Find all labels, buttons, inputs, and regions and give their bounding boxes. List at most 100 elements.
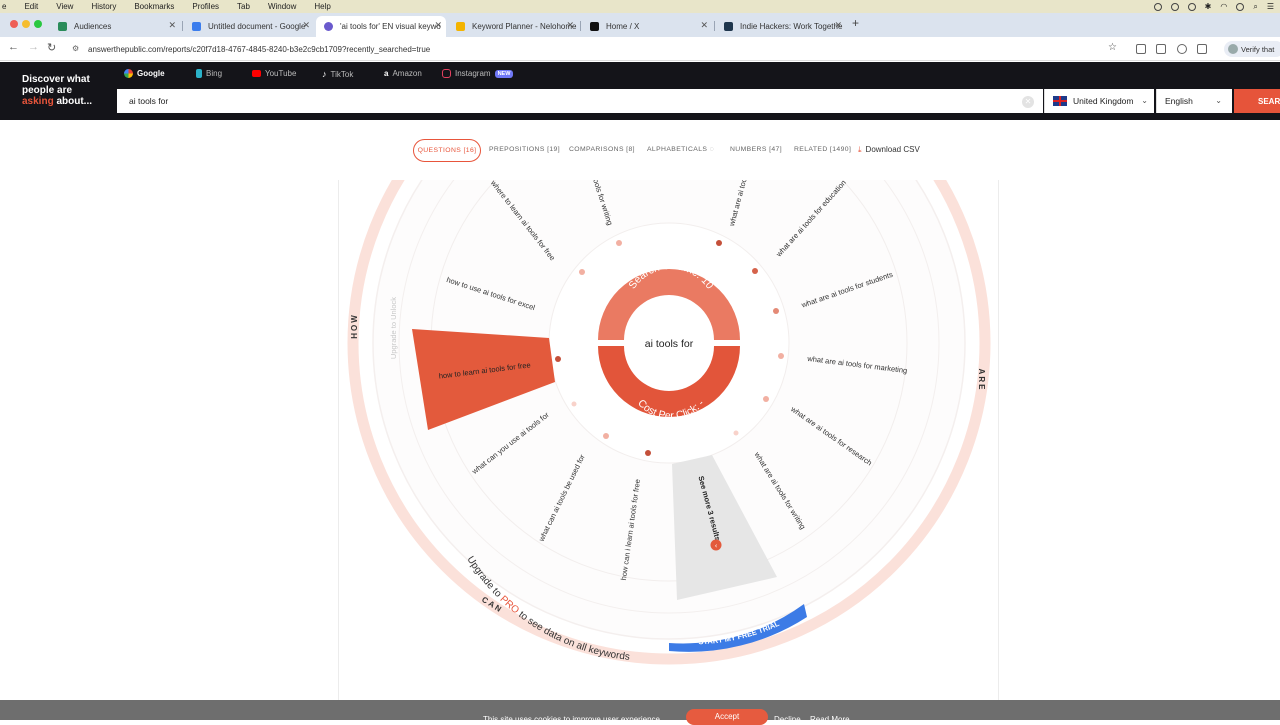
new-tab-button[interactable]: + xyxy=(852,16,859,30)
close-tab-icon[interactable]: ✕ xyxy=(566,20,574,31)
status-icon[interactable] xyxy=(1187,2,1196,11)
upgrade-to-unlock-label: Upgrade to Unlock xyxy=(389,297,398,359)
close-tab-icon[interactable]: ✕ xyxy=(302,20,310,31)
google-icon xyxy=(124,69,133,78)
chevron-down-icon: ⌄ xyxy=(1215,96,1222,105)
platform-tab-tiktok[interactable]: ♪ TikTok xyxy=(322,69,353,79)
address-bar[interactable]: ⚙ answerthepublic.com/reports/c20f7d18-4… xyxy=(64,40,1124,58)
status-icon[interactable] xyxy=(1153,2,1162,11)
menu-item-edge[interactable]: e xyxy=(0,2,15,11)
platform-label: Amazon xyxy=(392,69,422,78)
platform-tab-google[interactable]: Google xyxy=(124,69,165,78)
platform-label: Instagram xyxy=(455,69,491,78)
menu-item-tab[interactable]: Tab xyxy=(228,2,259,11)
close-tab-icon[interactable]: ✕ xyxy=(168,20,176,31)
menu-item-edit[interactable]: Edit xyxy=(15,2,47,11)
browser-tab[interactable]: Audiences ✕ xyxy=(50,16,180,37)
menu-item-bookmarks[interactable]: Bookmarks xyxy=(125,2,183,11)
close-tab-icon[interactable]: ✕ xyxy=(700,20,708,31)
bookmark-star-icon[interactable]: ☆ xyxy=(1108,42,1117,53)
download-label: Download CSV xyxy=(865,145,920,154)
country-select[interactable]: United Kingdom ⌄ xyxy=(1044,89,1154,113)
browser-tab[interactable]: Indie Hackers: Work Togethe ✕ xyxy=(716,16,846,37)
menu-item-view[interactable]: View xyxy=(47,2,82,11)
download-icon: ⤓ xyxy=(858,145,862,154)
new-badge: NEW xyxy=(494,69,514,78)
x-icon xyxy=(590,22,599,31)
browser-tab[interactable]: Home / X ✕ xyxy=(582,16,712,37)
extension-icon[interactable] xyxy=(1136,44,1146,54)
tab-title: Untitled document - Google xyxy=(208,22,306,31)
logo-text: about... xyxy=(53,96,93,107)
menu-item-help[interactable]: Help xyxy=(305,2,339,11)
search-button[interactable]: SEARCH xyxy=(1234,89,1280,113)
user-icon[interactable] xyxy=(1236,2,1245,11)
zoom-window-button[interactable] xyxy=(34,20,42,28)
close-tab-icon[interactable]: ✕ xyxy=(834,20,842,31)
browser-toolbar: ← → ↻ ⚙ answerthepublic.com/reports/c20f… xyxy=(0,37,1280,61)
accept-cookies-button[interactable]: Accept xyxy=(686,709,768,725)
questions-wheel: Search Volume: 10 Cost Per Click: - ai t… xyxy=(347,180,991,665)
tab-questions[interactable]: QUESTIONS [16] xyxy=(413,139,481,162)
platform-tab-amazon[interactable]: a Amazon xyxy=(384,69,422,78)
center-keyword: ai tools for xyxy=(645,338,694,350)
browser-tab[interactable]: Untitled document - Google ✕ xyxy=(184,16,314,37)
puzzle-extensions-icon[interactable] xyxy=(1197,44,1207,54)
menu-item-window[interactable]: Window xyxy=(259,2,305,11)
profile-button[interactable]: Verify that xyxy=(1224,41,1280,57)
chevron-icon: ‹ xyxy=(715,542,718,550)
site-info-icon[interactable]: ⚙ xyxy=(72,44,79,53)
tab-comparisons[interactable]: COMPARISONS [8] xyxy=(569,146,635,153)
forward-arrow-icon[interactable]: → xyxy=(28,41,39,53)
tiktok-icon: ♪ xyxy=(322,69,327,79)
tab-title: Keyword Planner - Nelohome xyxy=(472,22,577,31)
browser-tab-strip: Audiences ✕ Untitled document - Google ✕… xyxy=(0,13,1280,37)
tab-title: Indie Hackers: Work Togethe xyxy=(740,22,843,31)
platform-tab-bing[interactable]: Bing xyxy=(196,69,222,78)
wifi-icon[interactable]: ◠ xyxy=(1220,2,1227,11)
site-logo[interactable]: Discover what people are asking about... xyxy=(22,74,92,107)
avatar xyxy=(1228,44,1238,54)
section-label-how: HOW xyxy=(350,313,359,339)
tab-prepositions[interactable]: PREPOSITIONS [19] xyxy=(489,146,560,153)
tab-title: Audiences xyxy=(74,22,112,31)
search-icon[interactable]: ⌕ xyxy=(1253,2,1257,12)
tab-related[interactable]: RELATED [1490] xyxy=(794,146,851,153)
amazon-icon: a xyxy=(384,69,389,78)
language-select[interactable]: English ⌄ xyxy=(1156,89,1232,113)
platform-label: YouTube xyxy=(265,69,297,78)
platform-tab-youtube[interactable]: YouTube xyxy=(252,69,296,78)
tab-title: 'ai tools for' EN visual keywo xyxy=(340,22,441,31)
extension-icon[interactable] xyxy=(1177,44,1187,54)
keyword-search-input[interactable]: ai tools for xyxy=(117,89,1043,113)
chevron-down-icon: ⌄ xyxy=(1141,96,1148,105)
browser-tab-active[interactable]: 'ai tools for' EN visual keywo ✕ xyxy=(316,16,446,37)
clear-search-icon[interactable]: ✕ xyxy=(1022,96,1034,108)
minimize-window-button[interactable] xyxy=(22,20,30,28)
platform-tab-instagram[interactable]: Instagram NEW xyxy=(442,69,514,78)
menu-item-history[interactable]: History xyxy=(82,2,125,11)
logo-line: Discover what xyxy=(22,74,90,85)
youtube-icon xyxy=(252,70,261,77)
platform-label: Google xyxy=(137,69,165,78)
menu-item-profiles[interactable]: Profiles xyxy=(183,2,228,11)
tab-title: Home / X xyxy=(606,22,640,31)
tab-numbers[interactable]: NUMBERS [47] xyxy=(730,146,782,153)
close-window-button[interactable] xyxy=(10,20,18,28)
back-arrow-icon[interactable]: ← xyxy=(8,41,19,53)
tab-alphabeticals[interactable]: ALPHABETICALS ◌ xyxy=(647,146,714,153)
browser-tab[interactable]: Keyword Planner - Nelohome ✕ xyxy=(448,16,578,37)
language-label: English xyxy=(1165,96,1193,106)
reload-icon[interactable]: ↻ xyxy=(47,41,56,54)
logo-highlight: asking xyxy=(22,96,54,107)
section-label-are: ARE xyxy=(977,369,986,392)
bluetooth-icon[interactable]: ✱ xyxy=(1205,2,1212,11)
search-value: ai tools for xyxy=(129,96,169,106)
close-tab-icon[interactable]: ✕ xyxy=(434,20,442,31)
control-center-icon[interactable]: ☰ xyxy=(1267,2,1274,11)
platform-label: Bing xyxy=(206,69,223,78)
status-icon[interactable] xyxy=(1170,2,1179,11)
profile-label: Verify that xyxy=(1241,44,1275,54)
extension-icon[interactable] xyxy=(1156,44,1166,54)
download-csv-button[interactable]: ⤓ Download CSV xyxy=(858,145,920,155)
